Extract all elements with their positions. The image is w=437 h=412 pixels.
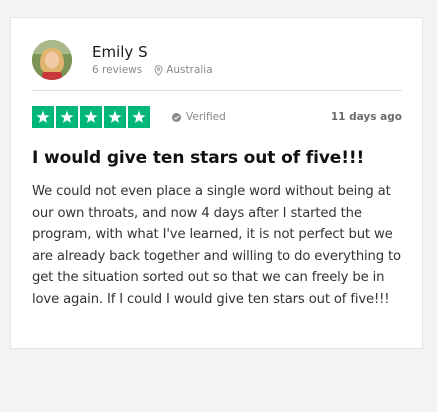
reviewer-name[interactable]: Emily S <box>92 43 213 61</box>
reviewer-meta: 6 reviews Australia <box>92 64 213 77</box>
verified-badge[interactable]: Verified <box>172 111 226 123</box>
star-icon <box>32 106 54 128</box>
avatar[interactable] <box>32 40 72 80</box>
star-icon <box>56 106 78 128</box>
review-body: We could not even place a single word wi… <box>32 184 401 307</box>
star-icon <box>128 106 150 128</box>
reviewer-location: Australia <box>166 64 213 76</box>
review-header: Emily S 6 reviews Australia <box>32 40 213 80</box>
divider <box>32 90 402 91</box>
review-card: Emily S 6 reviews Australia Verified 11 … <box>10 17 423 349</box>
verified-check-icon <box>172 112 181 122</box>
verified-label: Verified <box>186 111 226 123</box>
review-title[interactable]: I would give ten stars out of five!!! <box>32 148 412 168</box>
reviewer-info: Emily S 6 reviews Australia <box>92 43 213 77</box>
rating-row: Verified 11 days ago <box>32 106 402 128</box>
location-pin-icon <box>154 65 163 76</box>
reviews-count: 6 reviews <box>92 64 143 76</box>
star-rating <box>32 106 150 128</box>
star-icon <box>104 106 126 128</box>
star-icon <box>80 106 102 128</box>
review-date[interactable]: 11 days ago <box>331 111 402 123</box>
